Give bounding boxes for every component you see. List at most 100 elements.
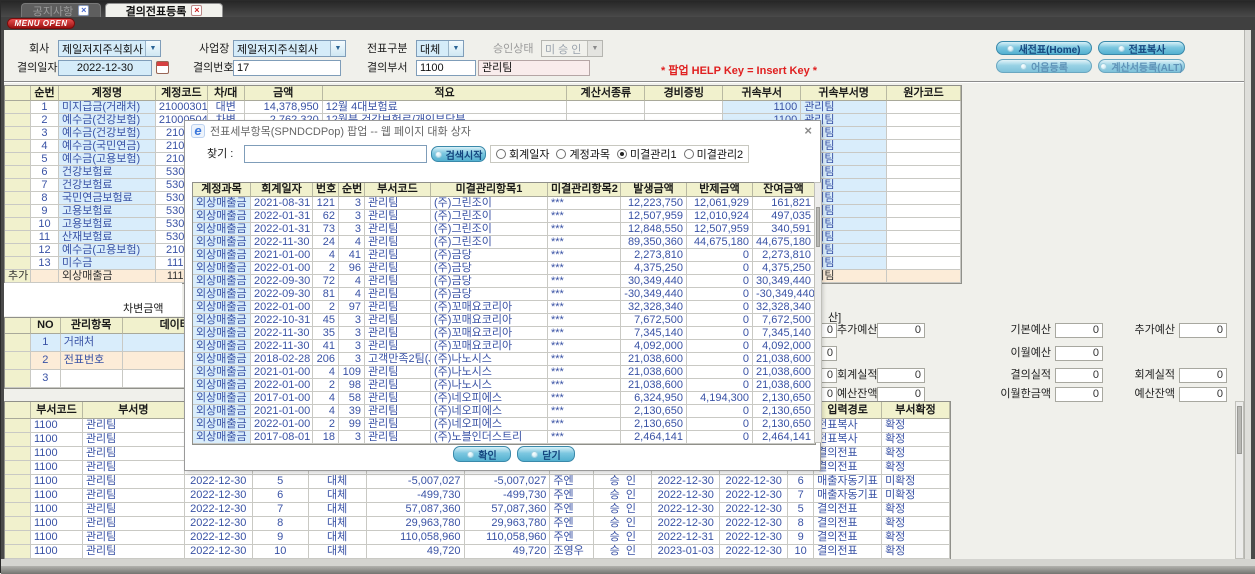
budget-value-field[interactable]: 0: [877, 322, 925, 338]
table-row[interactable]: 외상매출금 2017-08-01 18 3 관리팀 (주)노블인더스트리 *** 2,464,…: [193, 431, 815, 444]
table-row[interactable]: 1100 관리팀 2022-12-30 5 대체 -5,007,027 -5,007,027…: [5, 475, 950, 489]
table-row[interactable]: 외상매출금 2022-10-31 45 3 관리팀 (주)꼬매요코리아 *** 7,672,5…: [193, 314, 815, 327]
slip-type-select[interactable]: 대체 ▼: [416, 40, 464, 57]
table-row[interactable]: 1 미지급금(거래처) 21000301 대변 14,378,950 12월 4대보험료 1…: [5, 101, 962, 114]
radio-option[interactable]: 회계일자: [496, 146, 549, 162]
chevron-down-icon[interactable]: ▼: [145, 41, 160, 56]
debit-amount-label: 차변금액: [123, 303, 164, 315]
cell: ***: [548, 379, 621, 392]
table-row[interactable]: 외상매출금 2022-09-30 81 4 관리팀 (주)금당 *** -30,349,440…: [193, 288, 815, 301]
bottom-table-scrollbar[interactable]: [1235, 401, 1244, 559]
scrollbar-thumb[interactable]: [816, 207, 820, 247]
calendar-icon[interactable]: [156, 61, 169, 74]
tab-close-icon[interactable]: ×: [191, 5, 203, 16]
menu-open-badge[interactable]: MENU OPEN: [7, 18, 75, 29]
budget-value-field[interactable]: 0: [1055, 322, 1103, 338]
budget-value-field[interactable]: 0: [877, 367, 925, 383]
budget-value-field[interactable]: 0: [1179, 367, 1227, 383]
radio-icon[interactable]: [683, 149, 694, 159]
open-item-scrollbar[interactable]: [814, 182, 822, 443]
budget-value-field[interactable]: 0: [877, 386, 925, 402]
invoice-register-button[interactable]: 계산서등록(ALT): [1098, 59, 1185, 74]
table-row[interactable]: 외상매출금2018-02-282063고객만족2팀(J2(주)나노시스***21…: [193, 353, 815, 366]
cell: 32,328,340: [621, 301, 687, 314]
table-row[interactable]: 외상매출금 2022-01-31 62 3 관리팀 (주)그린조이 *** 12,507,95…: [193, 210, 815, 223]
table-row[interactable]: 외상매출금 2022-11-30 41 3 관리팀 (주)꼬매요코리아 *** 4,092,0…: [193, 340, 815, 353]
radio-icon[interactable]: [496, 149, 506, 159]
slip-date-input[interactable]: 2022-12-30: [58, 60, 152, 76]
table-row[interactable]: 1100 관리팀 2022-12-30 10 대체 49,720 49,720 조영우 승 인2…: [5, 545, 950, 559]
tab-slip-entry[interactable]: 결의전표등록 ×: [105, 3, 223, 18]
radio-icon[interactable]: [556, 149, 567, 159]
cell: 110,058,960: [366, 531, 465, 545]
close-button[interactable]: 닫기: [517, 446, 575, 462]
search-input[interactable]: [244, 145, 427, 163]
budget-value-field[interactable]: 0: [1055, 386, 1103, 402]
table-row[interactable]: 외상매출금 2021-08-31 121 3 관리팀 (주)그린조이 *** 12,223,7…: [193, 197, 815, 210]
radio-option[interactable]: 미결관리2: [683, 146, 743, 162]
chevron-down-icon: ▼: [587, 41, 602, 56]
cell: 3: [30, 127, 59, 140]
budget-value-field[interactable]: 0: [1179, 322, 1227, 338]
table-row[interactable]: 외상매출금 2022-09-30 72 4 관리팀 (주)금당 *** 30,349,440 0…: [193, 275, 815, 288]
scrollbar-thumb[interactable]: [1237, 406, 1242, 454]
table-row[interactable]: 외상매출금 2021-01-00 4 39 관리팀 (주)네오피에스 *** 2,130,65…: [193, 405, 815, 418]
radio-option[interactable]: 미결관리1: [616, 146, 677, 162]
cell: 전표복사: [814, 419, 883, 433]
tab-close-icon[interactable]: ×: [78, 5, 90, 16]
cell: 1100: [30, 489, 83, 503]
table-row[interactable]: 외상매출금 2022-11-30 35 3 관리팀 (주)꼬매요코리아 *** 7,345,1…: [193, 327, 815, 340]
table-row[interactable]: 외상매출금 2022-01-31 73 3 관리팀 (주)그린조이 *** 12,848,55…: [193, 223, 815, 236]
table-row[interactable]: 외상매출금 2022-11-30 24 4 관리팀 (주)그린조이 *** 89,350,36…: [193, 236, 815, 249]
table-row[interactable]: 1100 관리팀 2022-12-30 8 대체 29,963,780 29,963,780…: [5, 517, 950, 531]
budget-value-field[interactable]: 0: [1055, 345, 1103, 361]
tab-notice[interactable]: 공지사항 ×: [21, 3, 101, 18]
slip-no-input[interactable]: 17: [233, 60, 341, 76]
cell: 35: [313, 327, 339, 340]
cell: 외상매출금: [193, 405, 251, 418]
table-row[interactable]: 외상매출금 2022-01-00 2 98 관리팀 (주)나노시스 *** 21,038,60…: [193, 379, 815, 392]
table-row[interactable]: 외상매출금 2021-01-00 4 109 관리팀 (주)나노시스 *** 21,038,6…: [193, 366, 815, 379]
radio-icon[interactable]: [616, 149, 627, 159]
table-row[interactable]: 외상매출금 2017-01-00 4 58 관리팀 (주)네오피에스 *** 6,324,95…: [193, 392, 815, 405]
chevron-down-icon[interactable]: ▼: [448, 41, 463, 56]
search-start-button[interactable]: 검색시작: [431, 146, 486, 162]
new-slip-label: 새전표(Home): [1018, 44, 1081, 56]
copy-slip-button[interactable]: 전표복사: [1098, 41, 1185, 56]
cell: 0: [687, 262, 753, 275]
budget-value-field[interactable]: 0: [1055, 367, 1103, 383]
confirm-button[interactable]: 확인: [453, 446, 511, 462]
table-row[interactable]: 1100 관리팀 2022-12-30 7 대체 57,087,360 57,087,360…: [5, 503, 950, 517]
table-row[interactable]: 외상매출금 2021-01-00 4 41 관리팀 (주)금당 *** 2,273,810 0 2…: [193, 249, 815, 262]
table-row[interactable]: 외상매출금 2022-01-00 2 96 관리팀 (주)금당 *** 4,375,250 0 4…: [193, 262, 815, 275]
close-icon[interactable]: ×: [804, 124, 812, 137]
cell: [645, 101, 724, 114]
cell: 결의전표: [814, 447, 883, 461]
table-row[interactable]: 1100 관리팀 2022-12-30 9 대체 110,058,960 110,058,9…: [5, 531, 950, 545]
cell: 외상매출금: [193, 392, 251, 405]
cell: ***: [548, 431, 621, 444]
site-select[interactable]: 제일저지주식회사 ▼: [233, 40, 346, 57]
window-right-edge: [1251, 30, 1255, 559]
budget-value-field[interactable]: 0: [1179, 386, 1227, 402]
cell: 대체: [308, 503, 367, 517]
table-row[interactable]: 외상매출금 2022-01-00 2 97 관리팀 (주)꼬매요코리아 *** 32,328,…: [193, 301, 815, 314]
cell: 외상매출금: [193, 340, 251, 353]
column-header: 부서코드: [30, 402, 83, 419]
slip-type-value: 대체: [420, 43, 441, 56]
cell: 1100: [30, 419, 83, 433]
chevron-down-icon[interactable]: ▼: [330, 41, 345, 56]
slip-dept-code-input[interactable]: 1100: [416, 60, 476, 76]
table-row[interactable]: 1100 관리팀 2022-12-30 6 대체 -499,730 -499,730 주엔 승 …: [5, 489, 950, 503]
column-header: [5, 318, 31, 334]
cell: [5, 231, 31, 244]
new-slip-button[interactable]: 새전표(Home): [996, 41, 1092, 56]
cell: 2: [313, 301, 339, 314]
cell: 7,345,140: [621, 327, 687, 340]
cell: [887, 101, 962, 114]
table-row[interactable]: 외상매출금 2022-01-00 2 99 관리팀 (주)네오피에스 *** 2,130,65…: [193, 418, 815, 431]
cell: 21000301: [155, 101, 208, 114]
bill-register-button[interactable]: 어음등록: [996, 59, 1092, 74]
company-select[interactable]: 제일저지주식회사 ▼: [58, 40, 161, 57]
radio-option[interactable]: 계정과목: [556, 146, 610, 162]
